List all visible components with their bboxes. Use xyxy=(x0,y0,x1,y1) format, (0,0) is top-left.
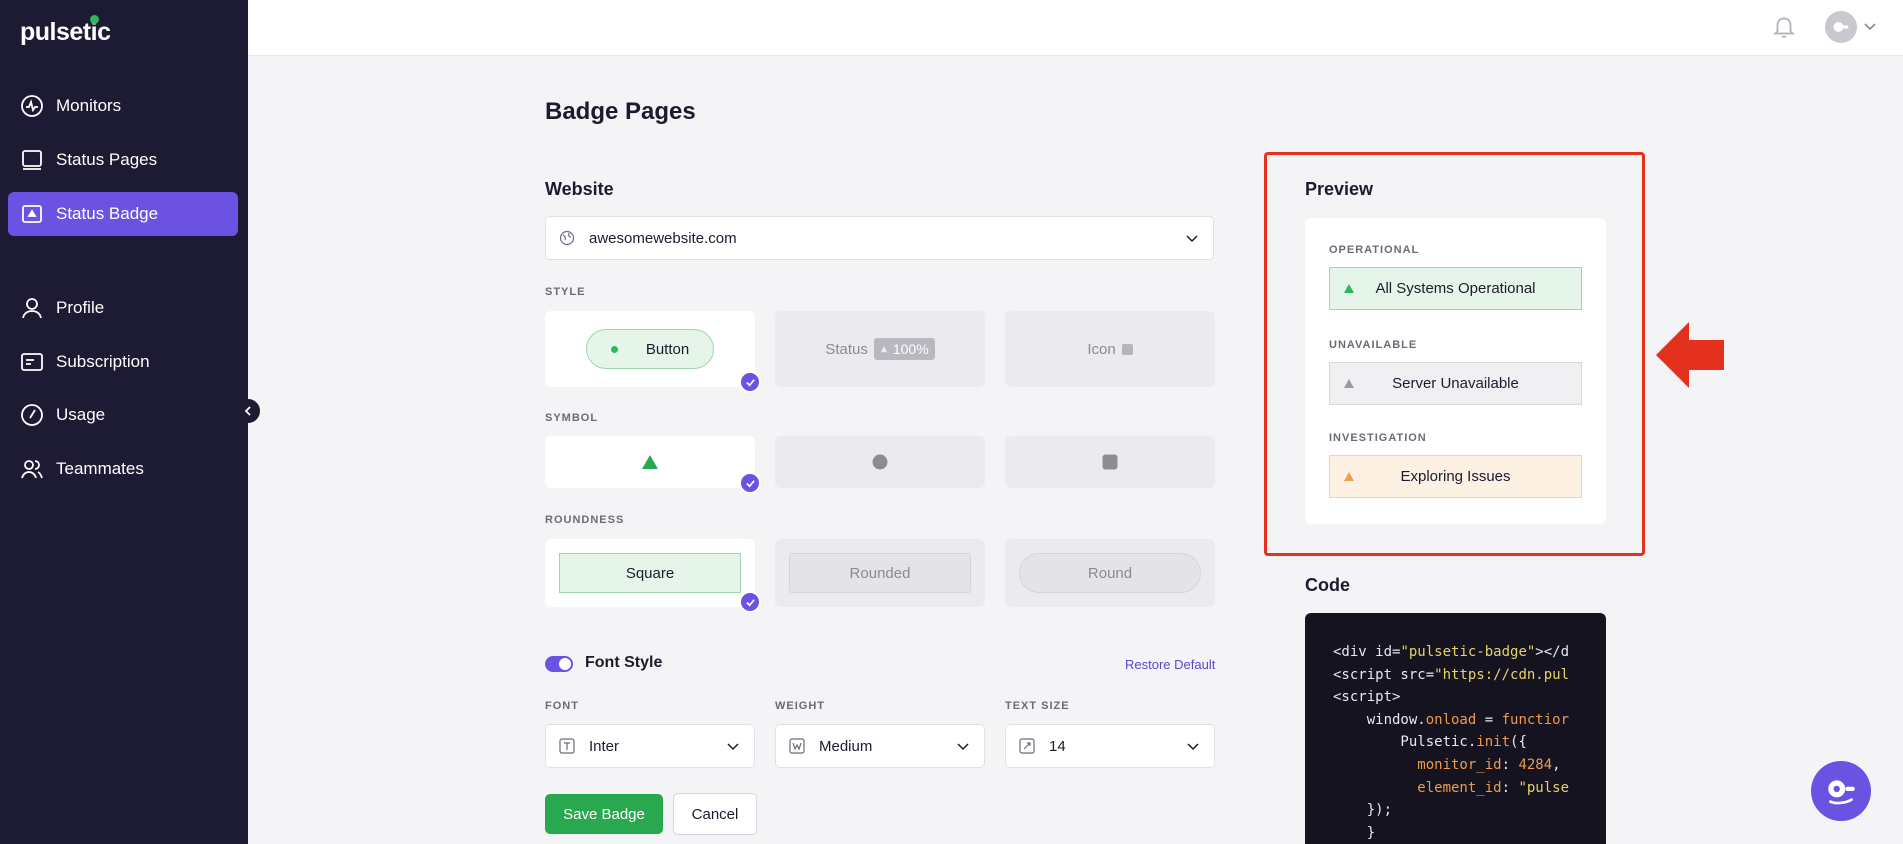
website-select[interactable]: awesomewebsite.com xyxy=(545,216,1214,260)
square-icon xyxy=(1102,454,1118,470)
gauge-icon xyxy=(20,403,44,427)
style-option-label: Icon xyxy=(1087,340,1116,358)
style-caption: STYLE xyxy=(545,286,586,298)
status-tag: 100% xyxy=(873,338,935,360)
roundness-option-square[interactable]: Square xyxy=(545,539,761,613)
font-icon xyxy=(559,738,575,754)
circle-icon xyxy=(872,454,888,470)
user-icon xyxy=(20,296,44,320)
sidebar-item-teammates[interactable]: Teammates xyxy=(8,447,238,491)
sidebar-item-usage[interactable]: Usage xyxy=(8,393,238,437)
style-option-label: Status xyxy=(825,340,868,358)
chevron-down-icon xyxy=(1187,743,1199,751)
sidebar-item-label: Subscription xyxy=(56,352,150,371)
roundness-option-label: Square xyxy=(559,553,741,593)
restore-default-link[interactable]: Restore Default xyxy=(1125,657,1215,672)
badge-icon xyxy=(20,202,44,226)
chat-icon xyxy=(1828,780,1855,805)
text-size-value: 14 xyxy=(1049,737,1066,755)
sidebar-item-profile[interactable]: Profile xyxy=(8,286,238,330)
roundness-option-label: Round xyxy=(1019,553,1201,593)
sidebar-item-label: Monitors xyxy=(56,96,122,115)
roundness-caption: ROUNDNESS xyxy=(545,514,625,526)
symbol-option-square[interactable] xyxy=(1005,436,1215,488)
check-icon xyxy=(739,472,761,494)
font-style-label: Font Style xyxy=(585,654,663,671)
text-size-select[interactable]: 14 xyxy=(1005,724,1215,768)
green-dot-icon xyxy=(610,345,618,353)
weight-caption: WEIGHT xyxy=(775,700,825,712)
page-title: Badge Pages xyxy=(545,98,696,125)
preview-highlight-box xyxy=(1264,152,1645,556)
chevron-down-icon xyxy=(727,743,739,751)
symbol-caption: SYMBOL xyxy=(545,412,599,424)
sidebar-item-status-badge[interactable]: Status Badge xyxy=(8,192,238,236)
chevron-down-icon xyxy=(957,743,969,751)
style-option-label: Button xyxy=(645,340,690,358)
monitor-icon xyxy=(20,148,44,172)
roundness-option-round[interactable]: Round xyxy=(1005,539,1215,607)
save-badge-button[interactable]: Save Badge xyxy=(545,794,663,834)
button-style-preview: Button xyxy=(586,329,714,369)
pulse-icon xyxy=(20,94,44,118)
check-icon xyxy=(739,591,761,613)
brand-logo-dot xyxy=(90,15,99,24)
check-icon xyxy=(739,371,761,393)
users-icon xyxy=(20,457,44,481)
chat-support-button[interactable] xyxy=(1811,761,1871,821)
chevron-left-icon xyxy=(244,406,251,416)
text-size-icon xyxy=(1019,738,1035,754)
sidebar-item-label: Status Pages xyxy=(56,150,158,169)
globe-icon xyxy=(559,230,575,246)
top-bar xyxy=(248,0,1903,56)
sidebar-item-label: Status Badge xyxy=(56,204,159,223)
sidebar-item-label: Teammates xyxy=(56,459,144,478)
font-value: Inter xyxy=(589,737,620,755)
style-option-status[interactable]: Status 100% xyxy=(775,311,985,387)
sidebar-item-label: Profile xyxy=(56,298,105,317)
sidebar: pulsetic Monitors Status Pages Status Ba… xyxy=(0,0,248,844)
font-caption: FONT xyxy=(545,700,579,712)
text-size-caption: TEXT SIZE xyxy=(1005,700,1070,712)
style-option-icon[interactable]: Icon xyxy=(1005,311,1215,387)
cancel-button[interactable]: Cancel xyxy=(673,793,757,835)
font-select[interactable]: Inter xyxy=(545,724,755,768)
roundness-option-rounded[interactable]: Rounded xyxy=(775,539,985,607)
weight-select[interactable]: Medium xyxy=(775,724,985,768)
embed-code-block[interactable]: <div id="pulsetic-badge"></d <script src… xyxy=(1305,613,1606,844)
sidebar-item-label: Usage xyxy=(56,405,106,424)
code-heading: Code xyxy=(1305,575,1350,595)
weight-icon xyxy=(789,738,805,754)
status-tag-value: 100% xyxy=(892,341,929,357)
user-avatar-icon xyxy=(1833,22,1849,32)
weight-value: Medium xyxy=(819,737,873,755)
font-style-toggle[interactable] xyxy=(545,656,573,672)
style-option-button[interactable]: Button xyxy=(545,311,761,393)
roundness-option-label: Rounded xyxy=(789,553,971,593)
bell-icon[interactable] xyxy=(1771,14,1797,40)
triangle-icon xyxy=(642,455,658,469)
triangle-icon xyxy=(880,345,888,353)
website-value: awesomewebsite.com xyxy=(589,229,737,247)
sidebar-item-subscription[interactable]: Subscription xyxy=(8,340,238,384)
sidebar-item-status-pages[interactable]: Status Pages xyxy=(8,138,238,182)
symbol-option-circle[interactable] xyxy=(775,436,985,488)
chevron-down-icon[interactable] xyxy=(1862,18,1878,34)
symbol-option-triangle[interactable] xyxy=(545,436,761,494)
website-heading: Website xyxy=(545,179,614,199)
arrow-left-icon xyxy=(1656,322,1724,388)
square-icon xyxy=(1121,343,1133,355)
sidebar-item-monitors[interactable]: Monitors xyxy=(8,84,238,128)
avatar[interactable] xyxy=(1825,11,1857,43)
chevron-down-icon xyxy=(1186,235,1198,243)
sidebar-collapse-button[interactable] xyxy=(236,399,260,423)
card-icon xyxy=(20,350,44,374)
